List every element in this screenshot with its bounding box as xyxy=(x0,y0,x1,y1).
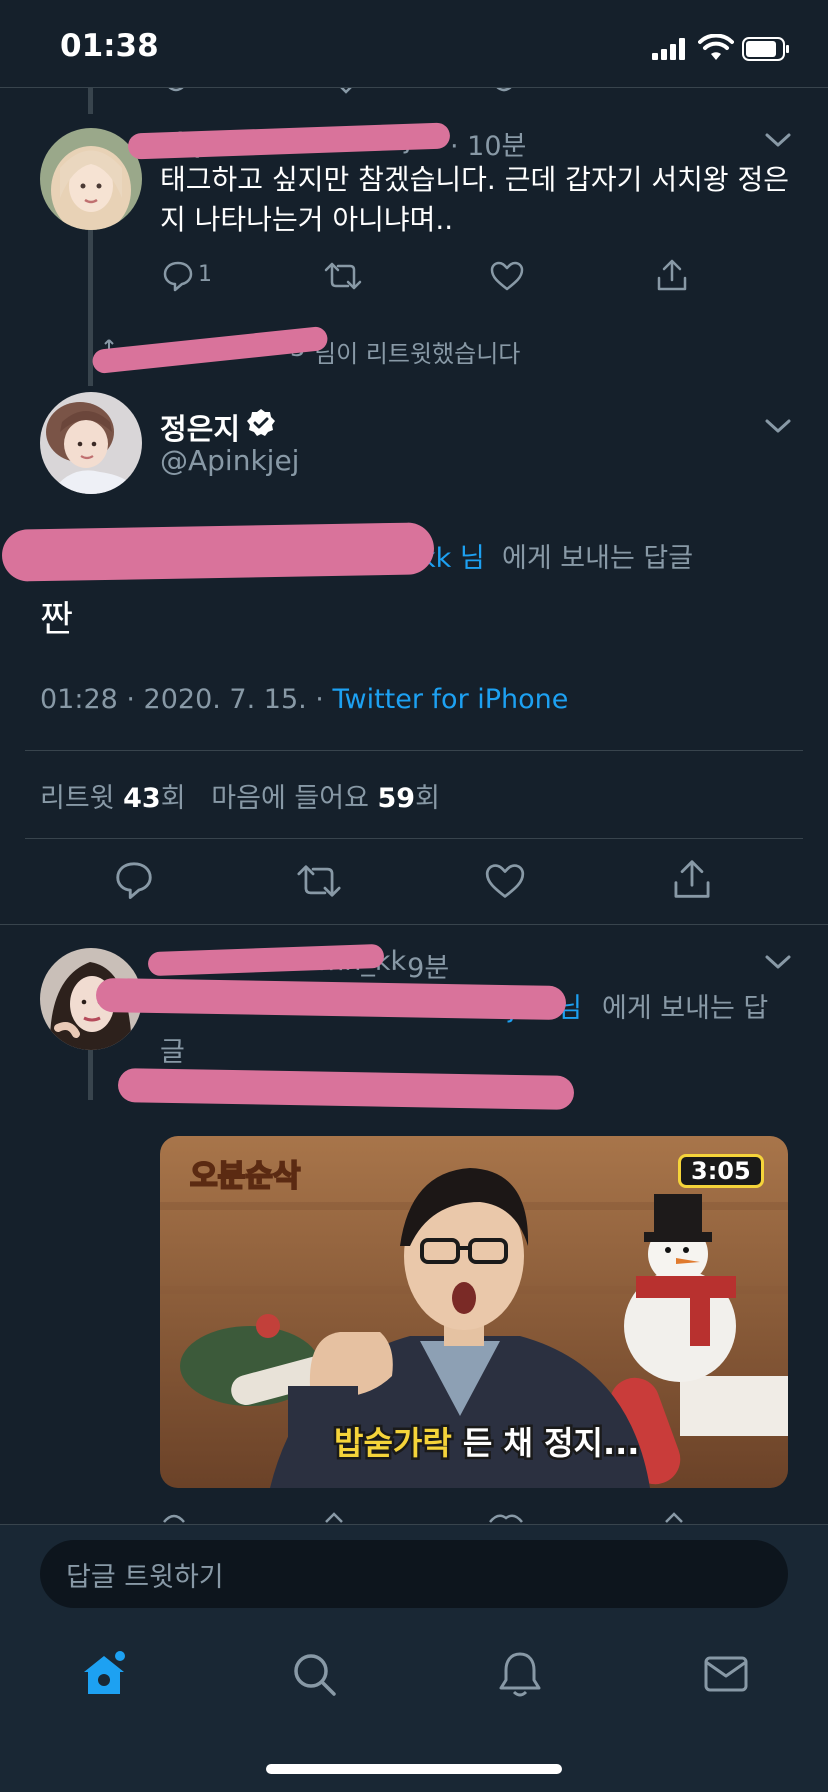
avatar[interactable] xyxy=(40,128,142,230)
svg-text:밥숟가락 든 채 정지...: 밥숟가락 든 채 정지... xyxy=(334,1424,639,1462)
reply-icon[interactable] xyxy=(162,260,194,292)
engagement-stats[interactable]: 리트윗 43회 마음에 들어요 59회 xyxy=(40,776,440,815)
search-icon[interactable] xyxy=(290,1650,338,1698)
media-caption-highlight: 밥숟가락 xyxy=(334,1424,452,1462)
chevron-down-icon[interactable] xyxy=(764,952,792,972)
thread-line xyxy=(88,88,93,114)
likes-unit: 회 xyxy=(415,783,440,814)
media-caption-rest: 든 채 정지... xyxy=(452,1424,640,1462)
retweets-unit: 회 xyxy=(160,783,186,814)
tweet-text: 태그하고 싶지만 참겠습니다. 근데 갑자기 서치왕 정은지 나타나는거 아니냐… xyxy=(160,163,790,236)
tweet-timestamp: 01:28 · 2020. 7. 15. · xyxy=(40,684,333,715)
chevron-down-icon[interactable] xyxy=(764,416,792,436)
home-indicator[interactable] xyxy=(266,1764,562,1774)
video-duration-badge: 3:05 xyxy=(678,1154,764,1188)
chevron-down-icon[interactable] xyxy=(764,130,792,150)
author-handle[interactable]: @Apinkjej xyxy=(160,444,299,477)
tweet-source-link[interactable]: Twitter for iPhone xyxy=(332,684,568,715)
tweet-meta: 01:28 · 2020. 7. 15. · Twitter for iPhon… xyxy=(40,684,568,715)
wifi-icon xyxy=(698,34,734,60)
like-icon[interactable] xyxy=(484,862,526,900)
redaction-mark xyxy=(1,522,435,582)
author-name[interactable]: 정은지 xyxy=(160,406,240,448)
mail-icon[interactable] xyxy=(702,1650,750,1698)
retweets-label: 리트윗 xyxy=(40,783,115,814)
battery-icon xyxy=(742,37,789,61)
likes-count: 59 xyxy=(377,783,416,814)
status-bar: 01:38 xyxy=(0,0,828,88)
redaction-mark xyxy=(91,325,329,375)
reply-count: 1 xyxy=(198,262,212,287)
signal-icon xyxy=(652,38,685,60)
retweet-icon[interactable] xyxy=(324,260,362,292)
media-logo: 오분순삭 xyxy=(190,1159,301,1194)
retweet-icon[interactable] xyxy=(296,862,342,900)
likes-label: 마음에 들어요 xyxy=(211,783,369,814)
retweet-notice: 님이 리트윗했습니다 xyxy=(314,340,521,368)
divider xyxy=(25,750,803,751)
thread-line xyxy=(88,1050,93,1100)
share-icon[interactable] xyxy=(656,258,688,292)
tweet-media[interactable]: 오분순삭 밥숟가락 든 채 정지... 3:05 xyxy=(160,1136,788,1488)
reply-placeholder: 답글 트윗하기 xyxy=(66,1561,224,1593)
bell-icon[interactable] xyxy=(496,1650,544,1698)
tweet-time: · 10분 xyxy=(450,131,527,162)
status-time: 01:38 xyxy=(60,28,159,64)
home-icon[interactable] xyxy=(80,1650,128,1698)
avatar[interactable] xyxy=(40,392,142,494)
redaction-mark xyxy=(117,1068,575,1110)
retweets-count: 43 xyxy=(123,783,161,814)
reply-icon[interactable] xyxy=(114,860,154,900)
verified-badge-icon xyxy=(247,409,275,436)
share-icon[interactable] xyxy=(672,858,712,900)
reply-to-suffix: 에게 보내는 답 xyxy=(602,993,769,1024)
reply-input[interactable]: 답글 트윗하기 xyxy=(40,1540,788,1608)
reply-to-suffix: 에게 보내는 답글 xyxy=(502,543,694,574)
divider xyxy=(0,924,828,925)
tweet-time: · 9분 xyxy=(390,953,450,984)
tweet-actions-partial[interactable] xyxy=(160,1508,720,1524)
redaction-mark xyxy=(95,977,567,1021)
tweet-text: 짠 xyxy=(40,599,74,640)
divider xyxy=(25,838,803,839)
like-icon[interactable] xyxy=(490,260,524,292)
reply-to-suffix-wrap: 글 xyxy=(160,1037,185,1068)
